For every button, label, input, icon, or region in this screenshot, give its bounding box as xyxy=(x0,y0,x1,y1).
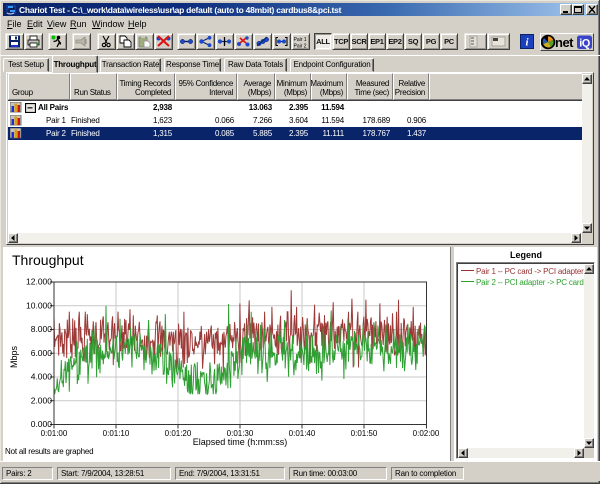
svg-text:0.000: 0.000 xyxy=(31,419,53,429)
svg-text:0:01:50: 0:01:50 xyxy=(351,429,378,438)
svg-text:net: net xyxy=(555,35,574,50)
svg-text:Throughput: Throughput xyxy=(12,252,84,268)
svg-text:0:02:00: 0:02:00 xyxy=(413,429,440,438)
svg-text:0:01:40: 0:01:40 xyxy=(289,429,316,438)
svg-text:0:01:20: 0:01:20 xyxy=(165,429,192,438)
svg-text:Pair 1: Pair 1 xyxy=(294,37,307,43)
svg-text:0:01:10: 0:01:10 xyxy=(103,429,130,438)
svg-text:Pair 2: Pair 2 xyxy=(294,44,307,50)
svg-text:iQ: iQ xyxy=(579,38,591,50)
svg-text:Elapsed time (h:mm:ss): Elapsed time (h:mm:ss) xyxy=(193,437,288,447)
svg-text:2.000: 2.000 xyxy=(31,395,53,405)
svg-text:10.000: 10.000 xyxy=(26,300,52,310)
svg-text:0:01:00: 0:01:00 xyxy=(41,429,68,438)
svg-text:Mbps: Mbps xyxy=(9,346,19,369)
svg-text:4.000: 4.000 xyxy=(31,372,53,382)
svg-text:8.000: 8.000 xyxy=(31,324,53,334)
svg-text:6.000: 6.000 xyxy=(31,348,53,358)
svg-text:i: i xyxy=(525,37,529,49)
svg-text:12.000: 12.000 xyxy=(26,277,52,287)
